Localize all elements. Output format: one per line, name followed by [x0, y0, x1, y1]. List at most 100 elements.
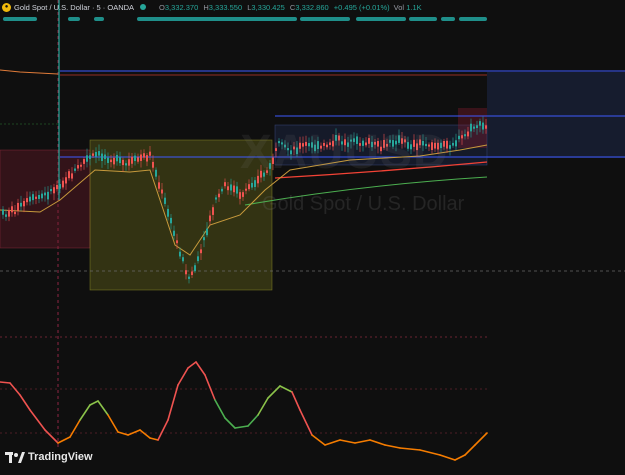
candle-body: [233, 185, 235, 193]
oscillator-segment: [339, 439, 356, 444]
oscillator-segment: [299, 409, 313, 436]
indicator-bar-8[interactable]: [441, 17, 455, 21]
candle-body: [56, 184, 58, 190]
oscillator-segment: [167, 384, 179, 421]
candle-body: [182, 257, 184, 262]
candle-body: [128, 159, 130, 166]
candle-body: [32, 194, 34, 201]
oscillator-segment: [257, 397, 269, 416]
symbol-title[interactable]: Gold Spot / U.S. Dollar · 5 · OANDA: [14, 3, 134, 12]
oscillator-segment: [439, 454, 456, 461]
candle-body: [101, 153, 103, 161]
oscillator-segment: [44, 429, 59, 444]
ohlc-readout: O3,332.370 H3,333.550 L3,330.425 C3,332.…: [156, 3, 390, 12]
oscillator-segment: [117, 431, 129, 436]
chart-header: ● Gold Spot / U.S. Dollar · 5 · OANDA O3…: [0, 0, 625, 14]
candle-body: [89, 155, 91, 159]
candle-body: [179, 251, 181, 257]
candle-body: [29, 196, 31, 202]
candle-body: [110, 159, 112, 163]
candle-body: [65, 177, 67, 184]
candle-body: [98, 151, 100, 156]
oscillator-segment: [97, 400, 109, 416]
volume-readout: Vol 1.1K: [394, 3, 422, 12]
oscillator-segment: [139, 429, 151, 439]
oscillator-segment: [267, 385, 281, 399]
candle-body: [212, 207, 214, 215]
candle-body: [20, 202, 22, 207]
oscillator-segment: [464, 444, 476, 456]
candle-body: [41, 193, 43, 199]
candle-body: [254, 180, 256, 187]
oscillator-segment: [354, 439, 371, 444]
oscillator-segment: [474, 432, 488, 446]
watermark-ticker: XAUUSD: [240, 126, 449, 179]
candle-body: [464, 134, 466, 137]
candle-body: [86, 155, 88, 162]
indicator-bar-4[interactable]: [137, 17, 297, 21]
candle-body: [113, 157, 115, 165]
candle-body: [245, 188, 247, 191]
candle-body: [176, 240, 178, 244]
oscillator-segment: [311, 434, 326, 446]
candle-body: [221, 188, 223, 192]
price-chart[interactable]: [0, 0, 625, 470]
candle-body: [224, 182, 226, 187]
candle-body: [209, 215, 211, 222]
moving-average-orange-left: [0, 69, 59, 75]
candle-body: [119, 157, 121, 164]
change-value: +0.495 (+0.01%): [333, 2, 390, 12]
candle-body: [248, 184, 250, 190]
candle-body: [116, 154, 118, 162]
candle-body: [17, 202, 19, 211]
oscillator-segment: [234, 425, 249, 429]
indicator-bar-3[interactable]: [94, 17, 104, 21]
candle-body: [77, 165, 79, 169]
candle-body: [230, 184, 232, 191]
candle-body: [11, 206, 13, 213]
gold-symbol-icon[interactable]: ●: [2, 2, 11, 12]
candle-body: [71, 173, 73, 179]
indicator-bar-9[interactable]: [459, 17, 487, 21]
indicator-bar-7[interactable]: [409, 17, 437, 21]
oscillator-segment: [384, 444, 401, 449]
candle-body: [482, 122, 484, 130]
tradingview-logo-text: TradingView: [28, 451, 93, 463]
candle-body: [62, 180, 64, 188]
candle-body: [152, 161, 154, 168]
candle-body: [137, 157, 139, 162]
indicator-bar-6[interactable]: [356, 17, 406, 21]
candle-body: [83, 159, 85, 164]
indicator-bar-2[interactable]: [68, 17, 80, 21]
oscillator-segment: [224, 417, 236, 429]
candle-body: [242, 192, 244, 197]
candle-body: [74, 168, 76, 171]
high-value: 3,333.550: [208, 2, 243, 12]
tradingview-logo[interactable]: TradingView: [5, 451, 93, 463]
oscillator-segment: [419, 449, 441, 456]
market-status-icon: [140, 4, 147, 10]
indicator-bar-5[interactable]: [300, 17, 350, 21]
candle-body: [44, 192, 46, 196]
candle-body: [170, 217, 172, 224]
volume-value: 1.1K: [406, 2, 422, 12]
oscillator-segment: [69, 419, 81, 438]
oscillator-segment: [89, 400, 99, 406]
candle-body: [194, 265, 196, 272]
candle-body: [251, 182, 253, 188]
candle-body: [95, 151, 97, 157]
watermark-description: Gold Spot / U.S. Dollar: [262, 193, 465, 215]
candle-body: [140, 154, 142, 161]
tradingview-logo-icon: [5, 451, 25, 463]
oscillator-segment: [177, 367, 189, 386]
candle-body: [50, 189, 52, 192]
candle-body: [53, 187, 55, 194]
candle-body: [104, 154, 106, 160]
candle-body: [197, 256, 199, 262]
oscillator-segment: [107, 414, 119, 433]
chart-area[interactable]: XAUUSD Gold Spot / U.S. Dollar ● Gold Sp…: [0, 0, 625, 470]
candle-body: [35, 196, 37, 199]
indicator-bar-1[interactable]: [3, 17, 37, 21]
oscillator-segment: [149, 437, 159, 441]
candle-body: [131, 156, 133, 164]
